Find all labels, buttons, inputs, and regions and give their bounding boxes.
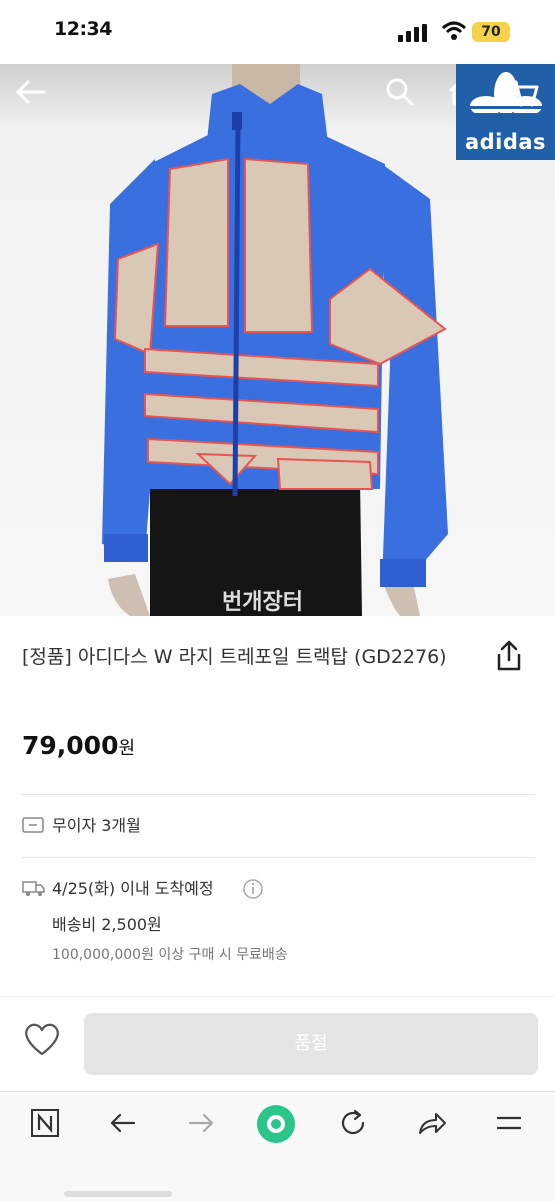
browser-toolbar — [0, 1091, 555, 1201]
browser-home-icon[interactable] — [256, 1104, 296, 1144]
truck-icon — [22, 881, 45, 896]
info-icon[interactable] — [242, 878, 264, 900]
divider — [22, 857, 535, 858]
browser-forward-icon[interactable] — [186, 1108, 216, 1138]
delivery-eta: 4/25(화) 이내 도착예정 — [52, 879, 214, 898]
status-bar: 12:34 70 — [0, 0, 555, 64]
back-arrow-icon[interactable] — [14, 76, 48, 108]
trefoil-icon — [470, 72, 542, 116]
refresh-icon[interactable] — [338, 1108, 368, 1138]
cart-icon[interactable] — [508, 78, 540, 108]
status-time: 12:34 — [54, 18, 112, 40]
brand-logo-text: adidas — [464, 130, 547, 154]
wifi-icon — [441, 21, 467, 40]
purchase-bar: 품절 — [0, 996, 555, 1092]
soldout-button[interactable]: 품절 — [84, 1013, 538, 1075]
brand-logo: adidas — [456, 64, 555, 160]
watermark: 번개장터 — [222, 590, 303, 615]
price-unit: 원 — [118, 738, 136, 759]
signal-icon — [398, 24, 427, 42]
divider — [22, 794, 535, 795]
product-price: 79,000원 — [22, 731, 135, 760]
heart-icon[interactable] — [22, 1021, 62, 1057]
battery-indicator: 70 — [472, 22, 510, 42]
card-icon — [22, 817, 44, 833]
naver-icon[interactable] — [30, 1108, 60, 1138]
product-image[interactable]: adidas 번개장터 — [0, 64, 555, 616]
browser-share-icon[interactable] — [416, 1108, 448, 1138]
free-shipping-condition: 100,000,000원 이상 구매 시 무료배송 — [52, 947, 288, 963]
installment-info: 무이자 3개월 — [52, 816, 141, 835]
share-icon[interactable] — [494, 640, 524, 672]
browser-back-icon[interactable] — [108, 1108, 138, 1138]
shipping-fee: 배송비 2,500원 — [52, 915, 162, 934]
menu-icon[interactable] — [494, 1108, 524, 1138]
home-indicator — [64, 1191, 172, 1197]
product-title: [정품] 아디다스 W 라지 트레포일 트랙탑 (GD2276) — [22, 646, 447, 668]
search-icon[interactable] — [384, 76, 416, 108]
price-value: 79,000 — [22, 731, 119, 760]
